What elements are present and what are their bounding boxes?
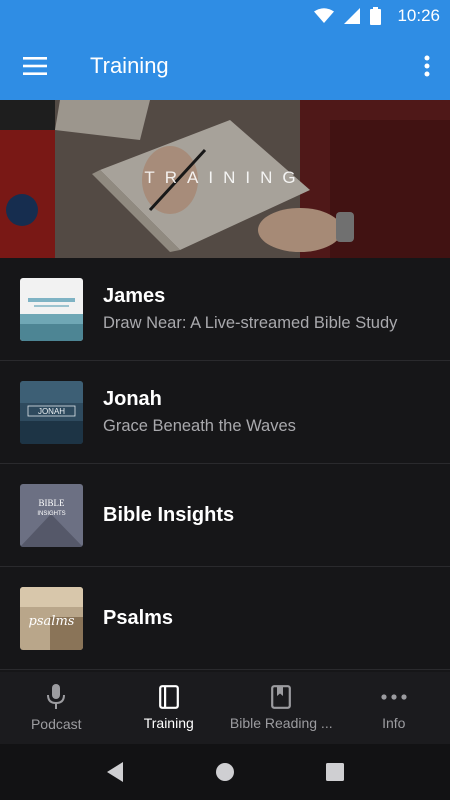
item-title: Jonah: [103, 388, 162, 410]
hero-banner: TRAINING: [0, 100, 450, 258]
more-dots-icon: [381, 694, 407, 700]
nav-info[interactable]: Info: [338, 672, 450, 744]
bookmark-book-icon: [271, 685, 292, 709]
svg-text:psalms: psalms: [29, 614, 75, 629]
psalms-thumbnail: psalms: [20, 586, 83, 650]
page-title: Training: [90, 53, 169, 78]
item-subtitle: Draw Near: A Live-streamed Bible Study: [103, 314, 398, 332]
nav-training[interactable]: Training: [113, 672, 226, 744]
list-item-jonah[interactable]: JONAH Jonah Grace Beneath the Waves: [0, 361, 450, 464]
app-bar: Training: [0, 32, 450, 100]
item-title: Psalms: [103, 606, 174, 629]
book-icon: [158, 685, 179, 709]
hero-label: TRAINING: [144, 168, 306, 187]
svg-text:JONAH: JONAH: [38, 407, 65, 416]
overflow-menu-button[interactable]: [412, 46, 442, 86]
status-bar: 10:26: [0, 0, 450, 32]
nav-bible-reading[interactable]: Bible Reading ...: [225, 672, 338, 744]
bible-insights-thumbnail: BIBLE INSIGHTS: [20, 483, 83, 547]
nav-label: Training: [143, 715, 194, 731]
recents-icon[interactable]: [325, 762, 345, 782]
list-item-james[interactable]: James Draw Near: A Live-streamed Bible S…: [0, 258, 450, 361]
system-navigation-bar: [0, 744, 450, 800]
nav-label: Podcast: [30, 716, 82, 732]
home-icon[interactable]: [214, 761, 236, 783]
jonah-thumbnail: JONAH: [20, 380, 83, 444]
bottom-navigation: Podcast Training Bible Reading ... Info: [0, 672, 450, 744]
back-icon[interactable]: [105, 761, 125, 783]
nav-podcast[interactable]: Podcast: [0, 672, 113, 744]
james-thumbnail: [20, 277, 83, 341]
training-list: James Draw Near: A Live-streamed Bible S…: [0, 258, 450, 670]
signal-icon: [344, 8, 361, 24]
list-item-bible-insights[interactable]: BIBLE INSIGHTS Bible Insights: [0, 464, 450, 567]
item-title: Bible Insights: [103, 503, 235, 526]
wifi-icon: [314, 8, 335, 24]
hamburger-menu-icon: [23, 57, 47, 75]
menu-button[interactable]: [0, 32, 70, 100]
svg-text:BIBLE: BIBLE: [39, 498, 66, 508]
item-subtitle: Grace Beneath the Waves: [103, 417, 296, 435]
nav-label: Info: [382, 715, 406, 731]
microphone-icon: [47, 684, 66, 709]
svg-text:INSIGHTS: INSIGHTS: [37, 511, 65, 517]
status-time: 10:26: [397, 6, 440, 25]
item-title: James: [103, 285, 166, 307]
battery-icon: [370, 7, 382, 25]
nav-label: Bible Reading ...: [229, 715, 333, 731]
list-item-psalms[interactable]: psalms Psalms: [0, 567, 450, 670]
top-bar: 10:26 Training: [0, 0, 450, 100]
more-vertical-icon: [424, 55, 430, 77]
